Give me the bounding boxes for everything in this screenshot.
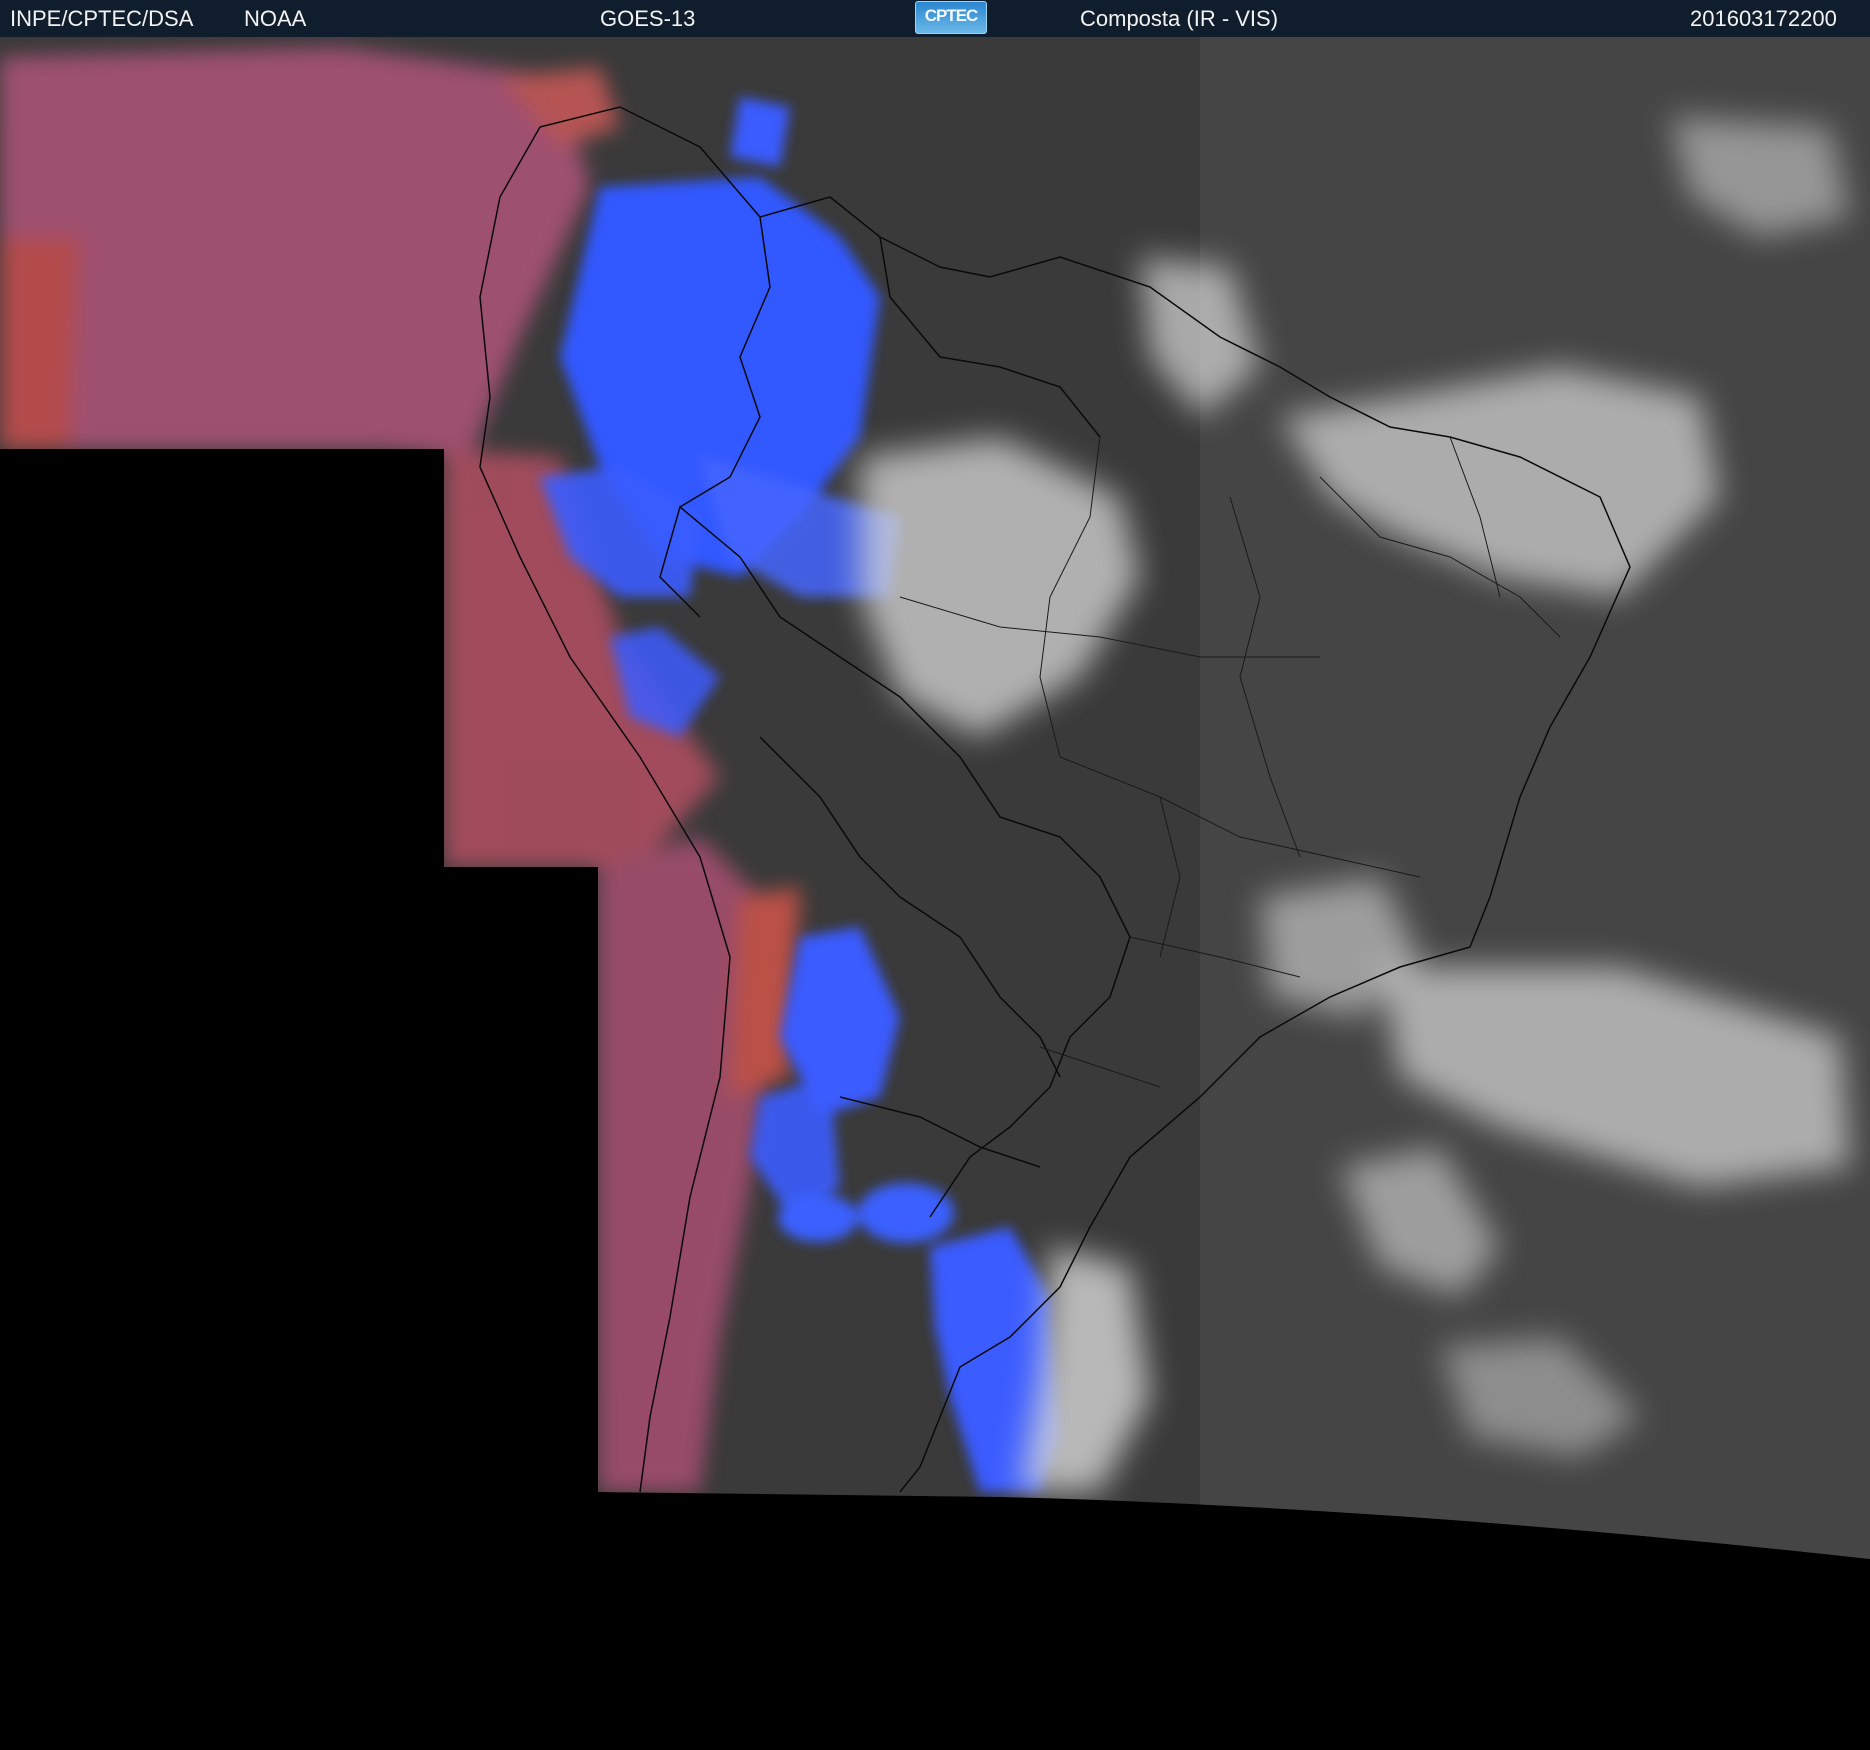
institution-label: INPE/CPTEC/DSA <box>10 6 194 31</box>
agency-label: NOAA <box>244 6 307 31</box>
satellite-label: GOES-13 <box>600 6 696 31</box>
image-data-area <box>0 37 1870 1559</box>
satellite-composite-map <box>0 37 1870 1559</box>
cptec-logo-text: CPTEC <box>924 6 979 25</box>
timestamp-label: 201603172200 <box>1690 6 1837 31</box>
cptec-logo: CPTEC <box>915 1 987 34</box>
image-header-bar: INPE/CPTEC/DSA NOAA GOES-13 CPTEC Compos… <box>0 0 1870 37</box>
product-label: Composta (IR - VIS) <box>1080 6 1279 31</box>
